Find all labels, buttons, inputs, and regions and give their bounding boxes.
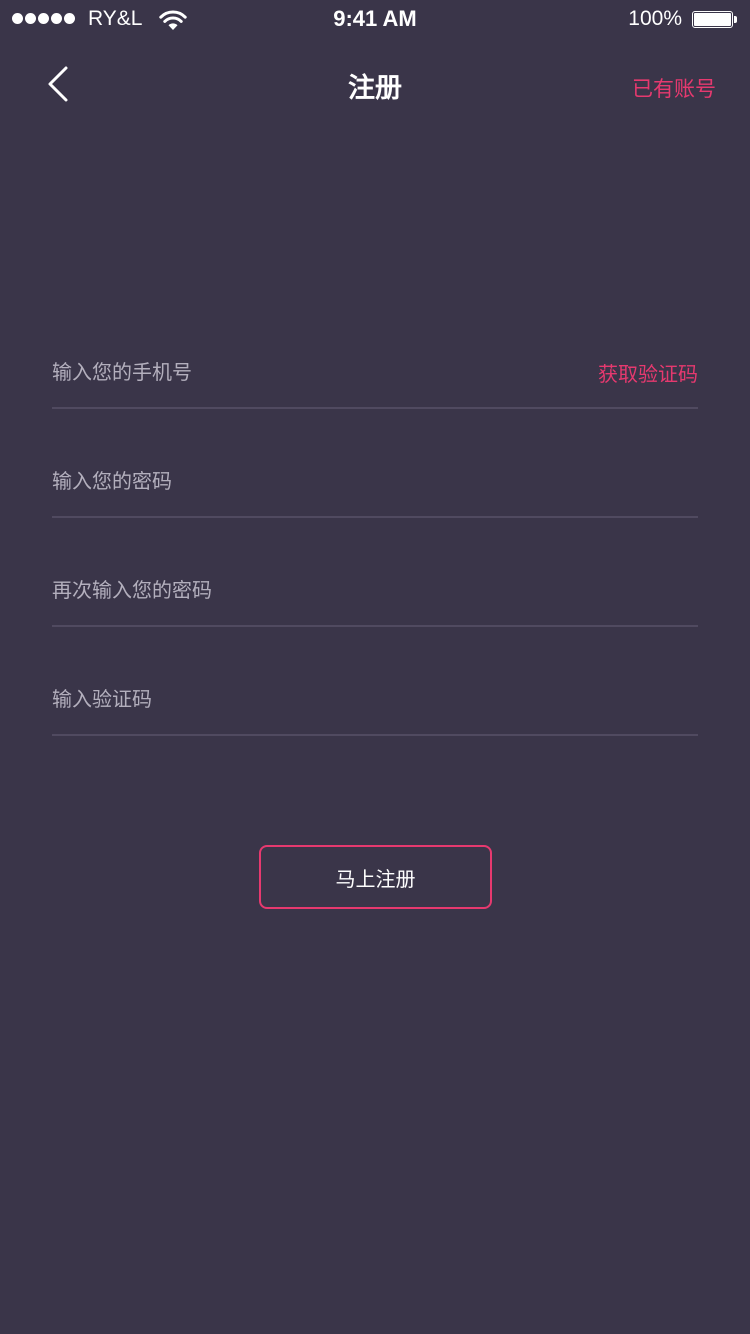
verification-code-input[interactable] [52,682,552,716]
battery-percentage: 100% [628,7,682,30]
phone-field: 获取验证码 [52,300,698,409]
password-field [52,409,698,518]
get-code-button[interactable]: 获取验证码 [598,358,698,387]
existing-account-link[interactable]: 已有账号 [632,73,716,103]
confirm-password-input[interactable] [52,573,552,607]
verification-code-field [52,627,698,736]
confirm-password-field [52,518,698,627]
register-button[interactable]: 马上注册 [259,845,492,909]
battery-icon [692,11,738,30]
status-bar: RY&L 9:41 AM 100% [0,0,750,40]
phone-input[interactable] [52,355,552,389]
password-input[interactable] [52,464,552,498]
nav-bar: 注册 已有账号 [0,40,750,128]
